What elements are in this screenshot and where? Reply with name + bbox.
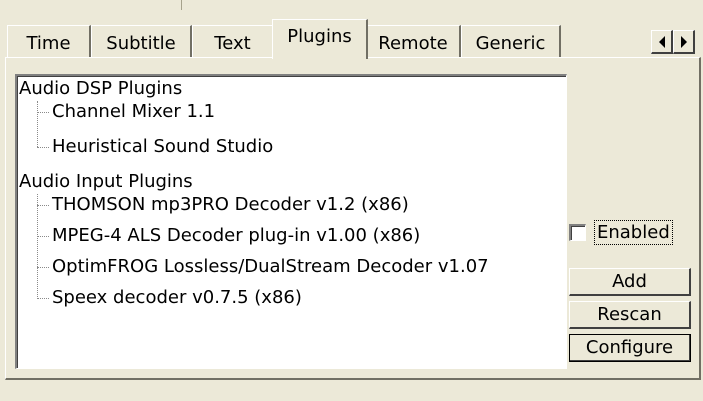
tree-line [37, 112, 49, 113]
enabled-label[interactable]: Enabled [594, 219, 673, 245]
configure-button[interactable]: Configure [569, 334, 691, 362]
plugin-tree[interactable]: Audio DSP Plugins Channel Mixer 1.1 Heur… [15, 74, 567, 369]
tree-item[interactable]: THOMSON mp3PRO Decoder v1.2 (x86) [52, 194, 409, 216]
enabled-checkbox-row[interactable]: Enabled [569, 218, 673, 246]
tree-line [37, 101, 38, 147]
tree-line [37, 267, 49, 268]
tab-scroll-left-button[interactable] [651, 30, 673, 54]
window-top-strip [0, 0, 703, 12]
tree-line [37, 205, 49, 206]
tree-item[interactable]: Channel Mixer 1.1 [52, 101, 215, 123]
tab-subtitle[interactable]: Subtitle [91, 25, 192, 59]
tree-line [37, 147, 49, 148]
tree-item[interactable]: Heuristical Sound Studio [52, 136, 273, 158]
tree-line [37, 298, 49, 299]
tree-item[interactable]: MPEG-4 ALS Decoder plug-in v1.00 (x86) [52, 225, 420, 247]
tree-group-audio-dsp[interactable]: Audio DSP Plugins [19, 78, 182, 100]
tree-item[interactable]: OptimFROG Lossless/DualStream Decoder v1… [52, 256, 489, 278]
toolbar-separator [181, 0, 182, 10]
tab-plugins[interactable]: Plugins [272, 19, 368, 59]
tab-time[interactable]: Time [7, 25, 91, 59]
tree-group-audio-input[interactable]: Audio Input Plugins [19, 171, 193, 193]
tree-line [37, 236, 49, 237]
add-button[interactable]: Add [569, 268, 691, 296]
rescan-button[interactable]: Rescan [569, 301, 691, 329]
tab-text[interactable]: Text [192, 25, 274, 59]
tab-remote[interactable]: Remote [366, 25, 461, 59]
tree-item[interactable]: Speex decoder v0.7.5 (x86) [52, 287, 302, 309]
tab-scroll-right-button[interactable] [673, 30, 695, 54]
triangle-right-icon [680, 35, 687, 48]
plugins-panel: Audio DSP Plugins Channel Mixer 1.1 Heur… [5, 57, 701, 380]
tree-line [37, 194, 38, 299]
triangle-left-icon [658, 35, 665, 48]
tab-generic[interactable]: Generic [461, 25, 561, 59]
enabled-checkbox[interactable] [569, 223, 586, 241]
